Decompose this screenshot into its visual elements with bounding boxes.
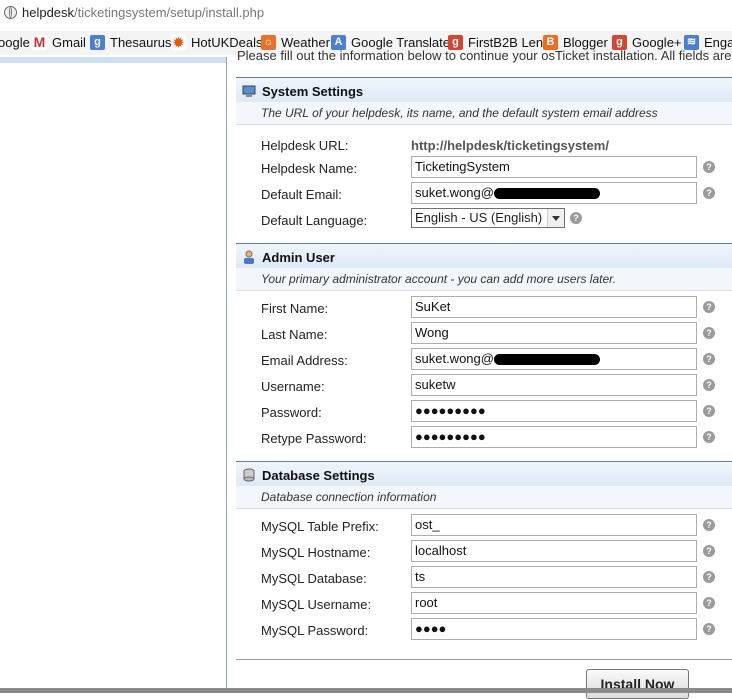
help-icon[interactable]: ? bbox=[703, 519, 715, 531]
hostname-input[interactable]: localhost bbox=[411, 540, 697, 562]
section-subtitle: Your primary administrator account - you… bbox=[236, 268, 732, 291]
section-subtitle: The URL of your helpdesk, its name, and … bbox=[236, 102, 732, 125]
password-row: Password: ●●●●●●●●● ? bbox=[227, 400, 732, 426]
database-icon bbox=[242, 468, 256, 482]
language-select[interactable]: English - US (English) bbox=[411, 208, 565, 228]
help-icon[interactable]: ? bbox=[703, 301, 715, 313]
admin-user-header: Admin User bbox=[236, 243, 732, 270]
help-icon[interactable]: ? bbox=[703, 187, 715, 199]
field-label: MySQL Table Prefix: bbox=[261, 519, 379, 534]
section-title: System Settings bbox=[262, 83, 364, 99]
field-label: Default Language: bbox=[261, 213, 368, 228]
section-title: Admin User bbox=[262, 249, 335, 265]
redaction bbox=[493, 354, 600, 366]
install-form: Please fill out the information below to… bbox=[227, 48, 732, 699]
taskbar-edge bbox=[0, 688, 732, 693]
username-input[interactable]: suketw bbox=[411, 374, 697, 396]
default-language-row: Default Language: English - US (English)… bbox=[227, 208, 732, 234]
flame-icon: ✹ bbox=[171, 35, 186, 50]
url-text[interactable]: helpdesk/ticketingsystem/setup/install.p… bbox=[22, 5, 264, 20]
help-icon[interactable]: ? bbox=[570, 212, 582, 224]
help-icon[interactable]: ? bbox=[703, 545, 715, 557]
address-bar[interactable]: helpdesk/ticketingsystem/setup/install.p… bbox=[0, 0, 732, 28]
help-icon[interactable]: ? bbox=[703, 353, 715, 365]
helpdesk-name-row: Helpdesk Name: TicketingSystem ? bbox=[227, 156, 732, 182]
database-input[interactable]: ts bbox=[411, 566, 697, 588]
chevron-down-icon bbox=[547, 209, 564, 227]
email-address-row: Email Address: suket.wong@ ? bbox=[227, 348, 732, 374]
install-now-button[interactable]: Install Now bbox=[586, 669, 689, 699]
help-icon[interactable]: ? bbox=[703, 161, 715, 173]
field-label: Password: bbox=[261, 405, 322, 420]
help-icon[interactable]: ? bbox=[703, 327, 715, 339]
globe-icon bbox=[4, 6, 17, 19]
first-name-row: First Name: SuKet ? bbox=[227, 296, 732, 322]
table-prefix-row: MySQL Table Prefix: ost_ ? bbox=[227, 514, 732, 540]
field-label: Retype Password: bbox=[261, 431, 367, 446]
mysql-username-row: MySQL Username: root ? bbox=[227, 592, 732, 618]
google-icon: g bbox=[90, 35, 105, 50]
last-name-input[interactable]: Wong bbox=[411, 322, 697, 344]
hostname-row: MySQL Hostname: localhost ? bbox=[227, 540, 732, 566]
mysql-username-input[interactable]: root bbox=[411, 592, 697, 614]
monitor-icon bbox=[242, 84, 256, 98]
helpdesk-url-value: http://helpdesk/ticketingsystem/ bbox=[411, 138, 609, 153]
password-input[interactable]: ●●●●●●●●● bbox=[411, 400, 697, 422]
database-settings-header: Database Settings bbox=[236, 461, 732, 488]
field-label: Username: bbox=[261, 379, 325, 394]
redaction bbox=[493, 188, 600, 200]
section-subtitle: Database connection information bbox=[236, 486, 732, 509]
mysql-password-row: MySQL Password: ●●●● ? bbox=[227, 618, 732, 644]
field-label: MySQL Hostname: bbox=[261, 545, 371, 560]
username-row: Username: suketw ? bbox=[227, 374, 732, 400]
bookmark-gmail[interactable]: M Gmail bbox=[32, 35, 86, 50]
field-label: Email Address: bbox=[261, 353, 348, 368]
field-label: MySQL Database: bbox=[261, 571, 367, 586]
field-label: Helpdesk URL: bbox=[261, 138, 349, 153]
last-name-row: Last Name: Wong ? bbox=[227, 322, 732, 348]
help-icon[interactable]: ? bbox=[703, 623, 715, 635]
bookmark-thesaurus[interactable]: g Thesaurus bbox=[90, 35, 171, 50]
field-label: Last Name: bbox=[261, 327, 328, 342]
gmail-icon: M bbox=[32, 34, 47, 50]
field-label: MySQL Password: bbox=[261, 623, 369, 638]
table-prefix-input[interactable]: ost_ bbox=[411, 514, 697, 536]
field-label: Helpdesk Name: bbox=[261, 161, 358, 176]
help-icon[interactable]: ? bbox=[703, 379, 715, 391]
intro-text: Please fill out the information below to… bbox=[237, 48, 732, 63]
system-settings-header: System Settings bbox=[236, 77, 732, 104]
help-icon[interactable]: ? bbox=[703, 597, 715, 609]
admin-email-input[interactable]: suket.wong@ bbox=[411, 348, 697, 370]
default-email-input[interactable]: suket.wong@ bbox=[411, 182, 697, 204]
retype-password-row: Retype Password: ●●●●●●●●● ? bbox=[227, 426, 732, 452]
retype-password-input[interactable]: ●●●●●●●●● bbox=[411, 426, 697, 448]
mysql-password-input[interactable]: ●●●● bbox=[411, 618, 697, 640]
section-title: Database Settings bbox=[262, 467, 375, 483]
help-icon[interactable]: ? bbox=[703, 405, 715, 417]
user-icon bbox=[242, 250, 256, 264]
field-label: Default Email: bbox=[261, 187, 342, 202]
help-icon[interactable]: ? bbox=[703, 571, 715, 583]
left-pane bbox=[0, 57, 227, 693]
field-label: First Name: bbox=[261, 301, 329, 316]
bookmark-google[interactable]: oogle bbox=[0, 35, 30, 50]
help-icon[interactable]: ? bbox=[703, 431, 715, 443]
first-name-input[interactable]: SuKet bbox=[411, 296, 697, 318]
database-name-row: MySQL Database: ts ? bbox=[227, 566, 732, 592]
divider bbox=[236, 659, 732, 660]
helpdesk-name-input[interactable]: TicketingSystem bbox=[411, 156, 697, 178]
default-email-row: Default Email: suket.wong@ ? bbox=[227, 182, 732, 208]
field-label: MySQL Username: bbox=[261, 597, 372, 612]
